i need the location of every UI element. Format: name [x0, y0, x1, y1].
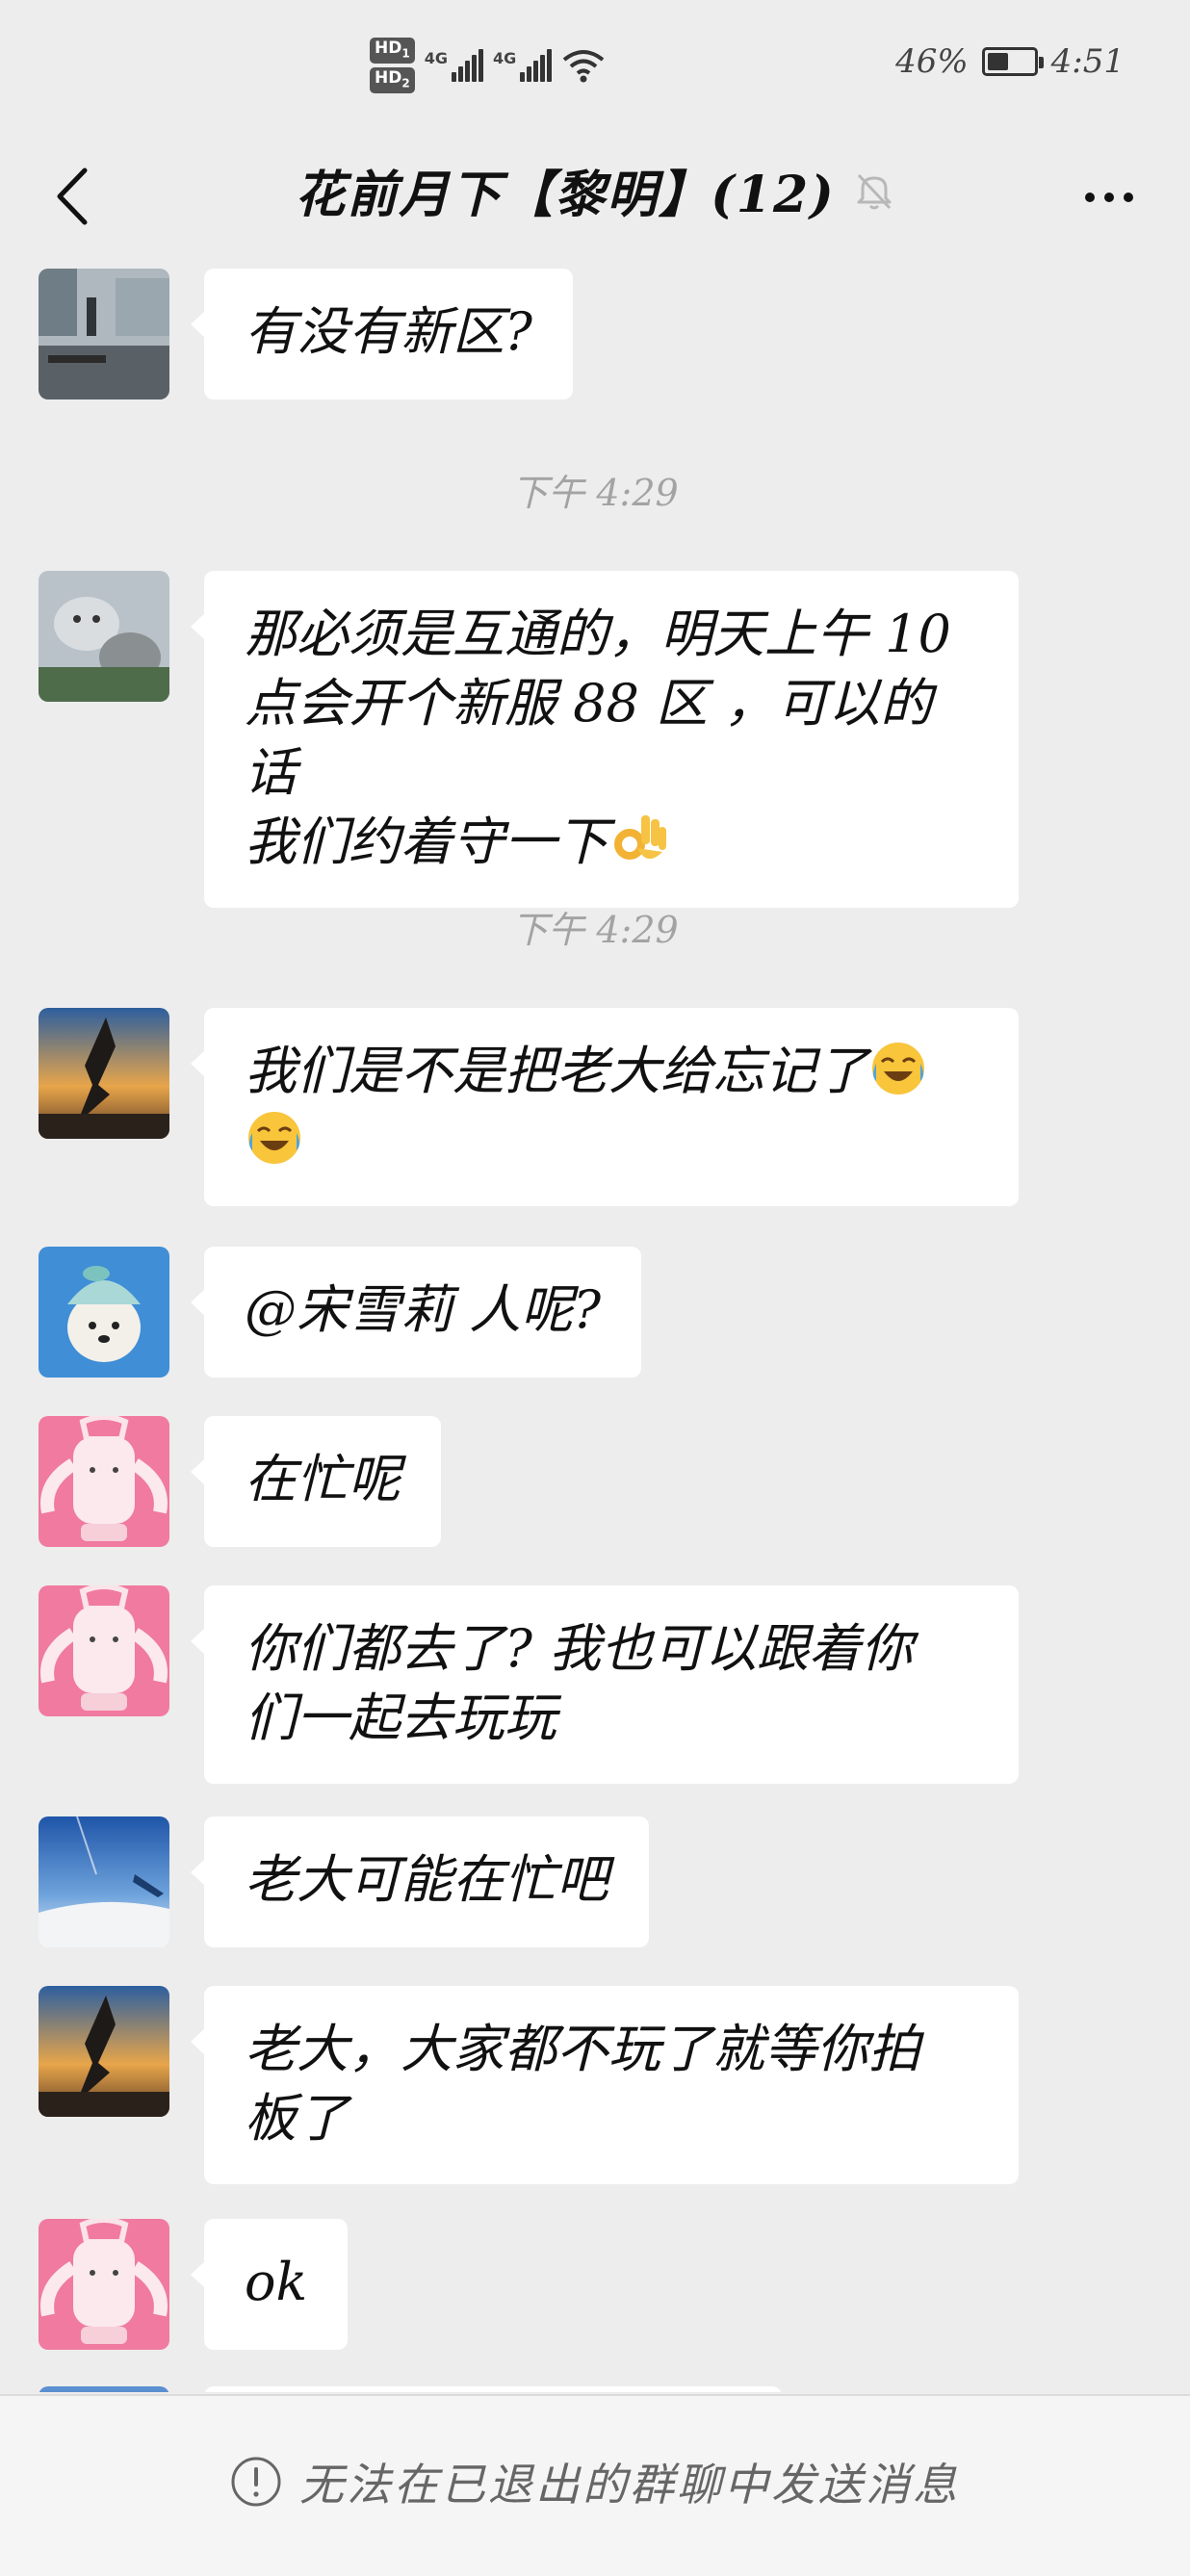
- message-row: 你们都去了? 我也可以跟着你 们一起去玩玩: [39, 1585, 1019, 1784]
- ok-hand-emoji: [614, 815, 666, 860]
- message-line: 那必须是互通的，明天上午 10: [245, 604, 951, 664]
- message-row: 老大，大家都不玩了就等你拍 板了: [39, 1986, 1019, 2184]
- message-bubble[interactable]: 那必须是互通的，明天上午 10 点会开个新服 88 区 ，可以的话 我们约着守一…: [191, 571, 1019, 908]
- eagle-sunset-avatar[interactable]: [39, 1008, 169, 1139]
- message-row: ok: [39, 2219, 349, 2350]
- message-bubble[interactable]: 我们是不是把老大给忘记了: [191, 1008, 1019, 1206]
- message-line: 点会开个新服 88 区 ，可以的话: [245, 673, 933, 803]
- message-bubble[interactable]: 在忙呢: [191, 1416, 441, 1547]
- message-bubble[interactable]: 老大可能在忙吧: [191, 1816, 649, 1947]
- message-row: 有没有新区?: [39, 269, 573, 399]
- airplane-sky-avatar[interactable]: [39, 1816, 169, 1947]
- exclamation-circle-icon: [231, 2457, 281, 2507]
- message-row: 老大可能在忙吧: [39, 1816, 649, 1947]
- timestamp: 下午 4:29: [511, 909, 679, 951]
- status-right: 46% 4:51: [895, 42, 1125, 81]
- more-button[interactable]: [1071, 173, 1148, 221]
- hd-badge-2: HD2: [370, 67, 415, 94]
- message-line: 你们都去了? 我也可以跟着你: [245, 1618, 914, 1679]
- bell-off-icon: [857, 173, 892, 209]
- message-text: ok: [245, 2252, 308, 2312]
- more-dot: [1085, 193, 1095, 202]
- building-photo-avatar[interactable]: [39, 269, 169, 399]
- message-line: 们一起去玩玩: [245, 1687, 556, 1748]
- message-row: 在忙呢: [39, 1416, 441, 1547]
- laughing-crying-emoji: [248, 1112, 300, 1164]
- partial-avatar[interactable]: [39, 2386, 169, 2392]
- message-text: 老大可能在忙吧: [245, 1849, 608, 1910]
- pink-bunny-avatar[interactable]: [39, 1585, 169, 1716]
- chat-header: 花前月下【黎明】(12): [0, 135, 1190, 265]
- chat-title: 花前月下【黎明】(12): [295, 166, 836, 224]
- message-bubble[interactable]: 你们都去了? 我也可以跟着你 们一起去玩玩: [191, 1585, 1019, 1784]
- message-line: 我们是不是把老大给忘记了: [245, 1041, 868, 1101]
- message-line: 板了: [245, 2088, 349, 2149]
- message-text: 有没有新区?: [245, 301, 532, 362]
- message-bubble-partial[interactable]: [204, 2386, 782, 2392]
- laughing-crying-emoji: [872, 1043, 924, 1095]
- message-text: @宋雪莉 人呢?: [245, 1279, 602, 1340]
- message-list[interactable]: 有没有新区? 下午 4:29 那必须是互通的，明天上午 10 点会开个新服 88…: [0, 265, 1190, 2392]
- input-disabled-bar: 无法在已退出的群聊中发送消息: [0, 2394, 1190, 2576]
- dog-hat-avatar[interactable]: [39, 1247, 169, 1378]
- message-row: 我们是不是把老大给忘记了: [39, 1008, 1019, 1206]
- status-bar: HD1 HD2 4G 4G 46% 4:51: [0, 0, 1190, 135]
- message-bubble[interactable]: 有没有新区?: [191, 269, 573, 399]
- battery-icon: [981, 47, 1044, 76]
- message-row: 那必须是互通的，明天上午 10 点会开个新服 88 区 ，可以的话 我们约着守一…: [39, 571, 1019, 908]
- more-dot: [1104, 193, 1114, 202]
- message-row: @宋雪莉 人呢?: [39, 1247, 642, 1378]
- cat-photo-avatar[interactable]: [39, 571, 169, 702]
- pink-bunny-avatar[interactable]: [39, 1416, 169, 1547]
- message-line: 老大，大家都不玩了就等你拍: [245, 2019, 920, 2079]
- signal-indicators: HD1 HD2 4G 4G: [370, 37, 606, 94]
- message-line: 我们约着守一下: [245, 811, 608, 872]
- wifi-icon: [562, 50, 605, 83]
- message-bubble[interactable]: ok: [190, 2219, 349, 2350]
- message-row-partial: [39, 2386, 782, 2392]
- exit-notice: 无法在已退出的群聊中发送消息: [299, 2459, 960, 2511]
- signal-icon-1: 4G: [425, 49, 483, 82]
- message-bubble[interactable]: 老大，大家都不玩了就等你拍 板了: [191, 1986, 1019, 2184]
- message-bubble[interactable]: @宋雪莉 人呢?: [190, 1247, 642, 1378]
- eagle-sunset-avatar[interactable]: [39, 1986, 169, 2117]
- battery-percent: 46%: [895, 42, 969, 81]
- more-dot: [1124, 193, 1133, 202]
- hd-badge-1: HD1: [370, 37, 415, 64]
- pink-bunny-avatar[interactable]: [39, 2219, 169, 2350]
- clock: 4:51: [1050, 42, 1125, 81]
- timestamp: 下午 4:29: [511, 472, 679, 514]
- signal-icon-2: 4G: [493, 49, 553, 82]
- message-text: 在忙呢: [245, 1449, 401, 1509]
